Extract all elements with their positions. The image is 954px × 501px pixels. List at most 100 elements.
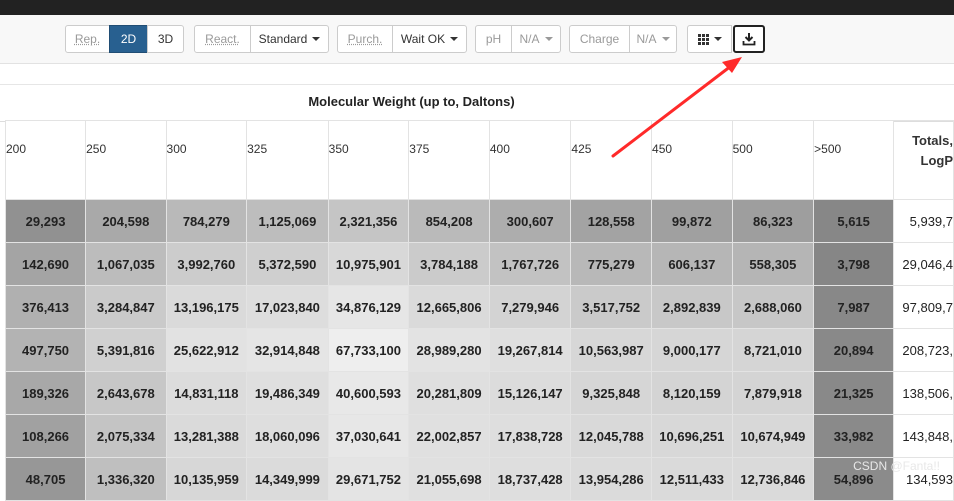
tranche-cell[interactable]: 21,055,698 <box>408 457 490 501</box>
tranche-cell[interactable]: 2,688,060 <box>731 285 815 329</box>
tranche-cell[interactable]: 1,125,069 <box>246 199 329 243</box>
2d-button[interactable]: 2D <box>109 25 148 53</box>
tranche-cell[interactable]: 25,622,912 <box>165 328 248 372</box>
column-header[interactable]: 300 <box>165 120 248 200</box>
ph-dropdown[interactable]: N/A <box>511 25 561 53</box>
tranche-cell[interactable]: 142,690 <box>4 242 87 286</box>
column-header[interactable]: 400 <box>488 120 572 200</box>
tranche-cell[interactable]: 28,989,280 <box>408 328 490 372</box>
tranche-cell[interactable]: 37,030,641 <box>327 414 410 458</box>
tranche-cell[interactable]: 7,279,946 <box>488 285 572 329</box>
tranche-cell[interactable]: 17,023,840 <box>246 285 329 329</box>
tranche-cell[interactable]: 67,733,100 <box>327 328 410 372</box>
tranche-cell[interactable]: 2,075,334 <box>85 414 167 458</box>
tranche-cell[interactable]: 86,323 <box>731 199 815 243</box>
column-header[interactable]: 350 <box>327 120 410 200</box>
tranche-cell[interactable]: 2,643,678 <box>85 371 167 415</box>
column-header[interactable]: 375 <box>408 120 490 200</box>
tranche-cell[interactable]: 17,838,728 <box>488 414 572 458</box>
tranche-cell[interactable]: 19,486,349 <box>246 371 329 415</box>
react-dropdown[interactable]: Standard <box>250 25 329 53</box>
tranche-cell[interactable]: 189,326 <box>4 371 87 415</box>
tranche-cell[interactable]: 606,137 <box>651 242 733 286</box>
tranche-cell[interactable]: 3,517,752 <box>570 285 653 329</box>
rep-label[interactable]: Rep. <box>65 25 110 53</box>
tranche-cell[interactable]: 3,798 <box>813 242 895 286</box>
column-header[interactable]: 250 <box>85 120 167 200</box>
tranche-cell[interactable]: 99,872 <box>651 199 733 243</box>
tranche-cell[interactable]: 22,002,857 <box>408 414 490 458</box>
purch-label[interactable]: Purch. <box>337 25 393 53</box>
tranche-cell[interactable]: 18,737,428 <box>488 457 572 501</box>
column-header[interactable]: 450 <box>651 120 733 200</box>
tranche-cell[interactable]: 12,511,433 <box>651 457 733 501</box>
tranche-cell[interactable]: 497,750 <box>4 328 87 372</box>
tranche-cell[interactable]: 18,060,096 <box>246 414 329 458</box>
tranche-cell[interactable]: 8,120,159 <box>651 371 733 415</box>
tranche-cell[interactable]: 40,600,593 <box>327 371 410 415</box>
tranche-cell[interactable]: 12,736,846 <box>731 457 815 501</box>
ph-label[interactable]: pH <box>475 25 512 53</box>
column-header[interactable]: 425 <box>570 120 653 200</box>
tranche-cell[interactable]: 5,615 <box>813 199 895 243</box>
tranche-cell[interactable]: 3,992,760 <box>165 242 248 286</box>
charge-label[interactable]: Charge <box>569 25 630 53</box>
tranche-cell[interactable]: 32,914,848 <box>246 328 329 372</box>
tranche-cell[interactable]: 20,894 <box>813 328 895 372</box>
tranche-cell[interactable]: 12,665,806 <box>408 285 490 329</box>
tranche-cell[interactable]: 20,281,809 <box>408 371 490 415</box>
tranche-cell[interactable]: 19,267,814 <box>488 328 572 372</box>
tranche-cell[interactable]: 29,293 <box>4 199 87 243</box>
tranche-cell[interactable]: 1,336,320 <box>85 457 167 501</box>
tranche-cell[interactable]: 14,831,118 <box>165 371 248 415</box>
react-label[interactable]: React. <box>194 25 251 53</box>
tranche-cell[interactable]: 14,349,999 <box>246 457 329 501</box>
tranche-cell[interactable]: 10,696,251 <box>651 414 733 458</box>
tranche-cell[interactable]: 558,305 <box>731 242 815 286</box>
tranche-cell[interactable]: 128,558 <box>570 199 653 243</box>
tranche-cell[interactable]: 33,982 <box>813 414 895 458</box>
tranche-cell[interactable]: 2,892,839 <box>651 285 733 329</box>
tranche-cell[interactable]: 48,705 <box>4 457 87 501</box>
tranche-cell[interactable]: 376,413 <box>4 285 87 329</box>
tranche-cell[interactable]: 108,266 <box>4 414 87 458</box>
column-header[interactable]: >500 <box>813 120 895 200</box>
tranche-cell[interactable]: 15,126,147 <box>488 371 572 415</box>
column-header[interactable]: 325 <box>246 120 329 200</box>
tranche-cell[interactable]: 3,284,847 <box>85 285 167 329</box>
grid-view-dropdown[interactable] <box>687 25 732 53</box>
tranche-cell[interactable]: 9,325,848 <box>570 371 653 415</box>
download-button[interactable] <box>733 25 765 53</box>
tranche-cell[interactable]: 7,987 <box>813 285 895 329</box>
tranche-cell[interactable]: 10,563,987 <box>570 328 653 372</box>
tranche-cell[interactable]: 34,876,129 <box>327 285 410 329</box>
tranche-cell[interactable]: 9,000,177 <box>651 328 733 372</box>
tranche-cell[interactable]: 10,135,959 <box>165 457 248 501</box>
tranche-cell[interactable]: 10,674,949 <box>731 414 815 458</box>
tranche-cell[interactable]: 29,671,752 <box>327 457 410 501</box>
tranche-cell[interactable]: 1,067,035 <box>85 242 167 286</box>
tranche-cell[interactable]: 204,598 <box>85 199 167 243</box>
charge-dropdown[interactable]: N/A <box>629 25 677 53</box>
tranche-cell[interactable]: 3,784,188 <box>408 242 490 286</box>
purch-dropdown[interactable]: Wait OK <box>392 25 467 53</box>
tranche-cell[interactable]: 775,279 <box>570 242 653 286</box>
tranche-cell[interactable]: 13,954,286 <box>570 457 653 501</box>
tranche-cell[interactable]: 300,607 <box>488 199 572 243</box>
tranche-cell[interactable]: 21,325 <box>813 371 895 415</box>
tranche-cell[interactable]: 5,391,816 <box>85 328 167 372</box>
column-header[interactable]: 500 <box>731 120 815 200</box>
tranche-cell[interactable]: 12,045,788 <box>570 414 653 458</box>
tranche-cell[interactable]: 13,281,388 <box>165 414 248 458</box>
tranche-cell[interactable]: 2,321,356 <box>327 199 410 243</box>
tranche-cell[interactable]: 13,196,175 <box>165 285 248 329</box>
tranche-cell[interactable]: 1,767,726 <box>488 242 572 286</box>
tranche-cell[interactable]: 854,208 <box>408 199 490 243</box>
tranche-cell[interactable]: 5,372,590 <box>246 242 329 286</box>
tranche-cell[interactable]: 8,721,010 <box>731 328 815 372</box>
tranche-cell[interactable]: 10,975,901 <box>327 242 410 286</box>
3d-button[interactable]: 3D <box>147 25 184 53</box>
column-header[interactable]: 200 <box>4 120 87 200</box>
tranche-cell[interactable]: 7,879,918 <box>731 371 815 415</box>
tranche-cell[interactable]: 784,279 <box>165 199 248 243</box>
